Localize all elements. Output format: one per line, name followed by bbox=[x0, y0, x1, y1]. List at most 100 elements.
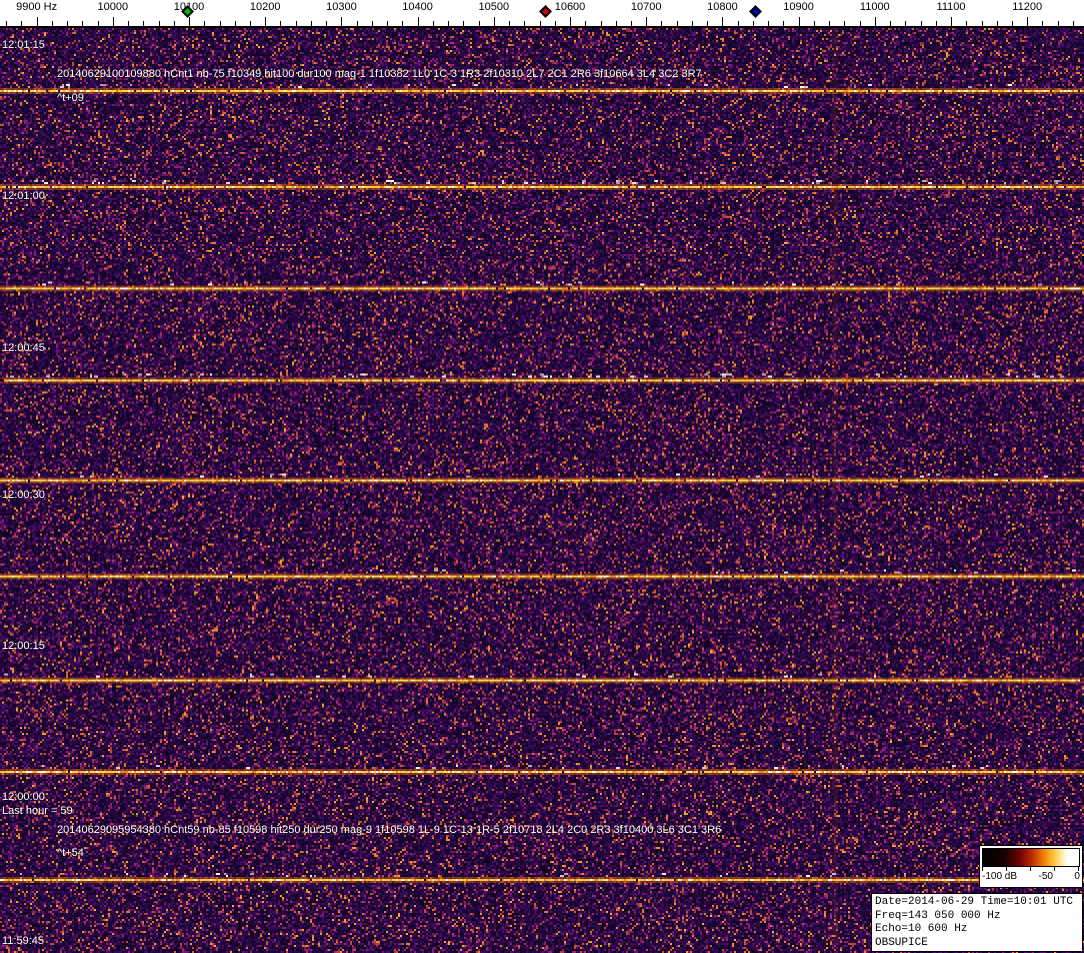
ruler-tick bbox=[265, 17, 267, 26]
freq-label: 9900 Hz bbox=[16, 1, 58, 13]
ruler-tick bbox=[371, 21, 373, 26]
info-echo-line: Echo=10 600 Hz bbox=[875, 923, 968, 935]
freq-label: 11200 bbox=[1012, 1, 1043, 13]
ruler-tick bbox=[874, 17, 876, 26]
colormap-gradient-bar bbox=[982, 848, 1080, 867]
colormap-labels: -100 dB -50 0 bbox=[982, 871, 1080, 883]
ruler-tick bbox=[36, 17, 38, 26]
info-date-line: Date=2014-06-29 Time=10:01 UTC bbox=[875, 896, 1074, 908]
freq-label: 10000 bbox=[97, 1, 129, 13]
ruler-tick bbox=[539, 21, 541, 26]
ruler-tick bbox=[1027, 17, 1029, 26]
ruler-tick bbox=[1011, 21, 1013, 26]
ruler-tick bbox=[905, 21, 907, 26]
ruler-tick bbox=[1072, 21, 1074, 26]
ruler-tick bbox=[1042, 21, 1044, 26]
ruler-tick bbox=[189, 17, 190, 26]
ruler-tick bbox=[219, 21, 221, 26]
ruler-tick bbox=[859, 21, 861, 26]
freq-label: 10300 bbox=[326, 1, 357, 13]
scale-label-mid: -50 bbox=[1038, 871, 1053, 882]
ruler-tick bbox=[570, 17, 571, 26]
ruler-tick bbox=[829, 21, 831, 26]
ruler-tick bbox=[722, 17, 724, 26]
ruler-tick bbox=[844, 21, 846, 26]
ruler-tick bbox=[691, 21, 693, 26]
freq-label: 10800 bbox=[707, 1, 738, 13]
ruler-tick bbox=[585, 21, 587, 26]
ruler-tick bbox=[112, 17, 114, 26]
ruler-tick bbox=[493, 17, 495, 26]
info-station-line: OBSUPICE bbox=[875, 936, 928, 949]
marker-diamond-red[interactable] bbox=[539, 5, 552, 18]
ruler-tick bbox=[463, 21, 465, 26]
ruler-tick bbox=[280, 21, 282, 26]
freq-label: 11100 bbox=[936, 1, 966, 13]
ruler-tick bbox=[646, 17, 648, 26]
ruler-tick bbox=[234, 21, 236, 26]
frequency-ruler: 9900 Hz100001010010200103001040010500106… bbox=[0, 0, 1084, 28]
ruler-tick bbox=[707, 21, 709, 26]
ruler-tick bbox=[935, 21, 937, 26]
ruler-tick bbox=[661, 21, 663, 26]
ruler-tick bbox=[67, 21, 69, 26]
freq-label: 10200 bbox=[249, 1, 281, 13]
ruler-tick bbox=[1057, 21, 1059, 26]
marker-diamond-blue[interactable] bbox=[748, 5, 762, 18]
ruler-tick bbox=[158, 21, 160, 26]
freq-label: 10600 bbox=[554, 1, 586, 13]
scale-label-max: 0 bbox=[1074, 871, 1080, 882]
ruler-tick bbox=[204, 21, 206, 26]
ruler-tick bbox=[249, 21, 251, 26]
ruler-tick bbox=[524, 21, 526, 26]
ruler-tick bbox=[752, 21, 754, 26]
colormap-scale: -100 dB -50 0 bbox=[979, 845, 1083, 888]
freq-label: 10900 bbox=[783, 1, 814, 13]
ruler-tick bbox=[295, 21, 297, 26]
ruler-tick bbox=[813, 21, 815, 26]
spectrogram-canvas bbox=[0, 28, 1084, 953]
ruler-tick bbox=[509, 21, 510, 26]
ruler-tick bbox=[768, 21, 770, 26]
freq-label: 11000 bbox=[859, 1, 890, 13]
ruler-tick bbox=[356, 21, 358, 26]
ruler-tick bbox=[6, 21, 8, 26]
freq-label: 10400 bbox=[402, 1, 433, 13]
ruler-tick bbox=[554, 21, 556, 26]
ruler-tick bbox=[890, 21, 891, 26]
ruler-tick bbox=[341, 17, 343, 26]
ruler-tick bbox=[97, 21, 99, 26]
info-freq-line: Freq=143 050 000 Hz bbox=[875, 909, 1001, 922]
ruler-tick bbox=[82, 21, 84, 26]
freq-label: 10700 bbox=[630, 1, 662, 13]
ruler-tick bbox=[966, 21, 968, 26]
ruler-tick bbox=[737, 21, 739, 26]
ruler-tick bbox=[432, 21, 434, 26]
ruler-tick bbox=[128, 21, 129, 26]
ruler-tick bbox=[402, 21, 404, 26]
ruler-tick bbox=[996, 21, 998, 26]
ruler-tick bbox=[615, 21, 617, 26]
ruler-tick bbox=[448, 21, 450, 26]
ruler-tick bbox=[21, 21, 23, 26]
ruler-tick bbox=[417, 17, 419, 26]
ruler-tick bbox=[326, 21, 328, 26]
ruler-tick bbox=[51, 21, 53, 26]
ruler-tick bbox=[783, 21, 785, 26]
ruler-tick bbox=[143, 21, 145, 26]
ruler-tick bbox=[173, 21, 175, 26]
info-box: Date=2014-06-29 Time=10:01 UTC Freq=143 … bbox=[871, 893, 1083, 952]
ruler-tick bbox=[951, 17, 952, 26]
ruler-tick bbox=[920, 21, 922, 26]
ruler-tick bbox=[387, 21, 389, 26]
ruler-tick bbox=[676, 21, 678, 26]
ruler-tick bbox=[600, 21, 602, 26]
ruler-tick bbox=[310, 21, 312, 26]
freq-label: 10500 bbox=[478, 1, 510, 13]
ruler-tick bbox=[630, 21, 632, 26]
meteor-observation-window: 9900 Hz100001010010200103001040010500106… bbox=[0, 0, 1084, 953]
ruler-tick bbox=[798, 17, 800, 26]
ruler-tick bbox=[981, 21, 983, 26]
ruler-tick bbox=[478, 21, 480, 26]
scale-label-min: -100 dB bbox=[982, 871, 1018, 882]
